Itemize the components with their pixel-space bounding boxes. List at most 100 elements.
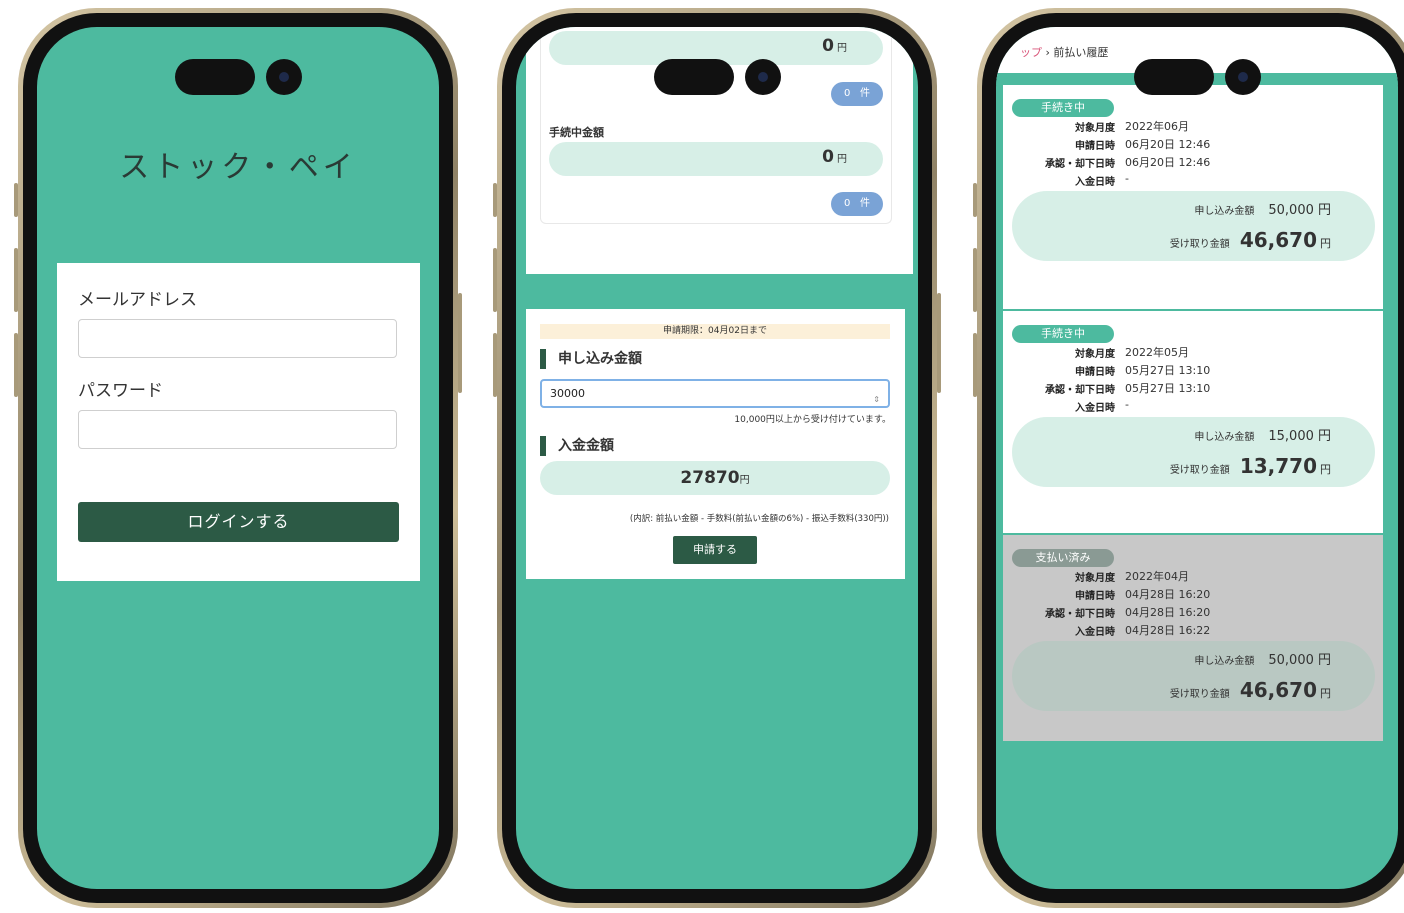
- side-button: [14, 248, 18, 312]
- camera-icon: [1225, 59, 1261, 95]
- deposited-at-value: -: [1125, 398, 1129, 411]
- target-month-label: 対象月度: [1075, 123, 1115, 134]
- breadcrumb-home[interactable]: ップ: [1020, 46, 1042, 59]
- decided-at-label: 承認・却下日時: [1045, 609, 1115, 620]
- amount-summary: 申し込み金額 15,000 円 受け取り金額 13,770 円: [1012, 417, 1375, 487]
- deposit-amount: 27870円: [540, 461, 890, 495]
- phone-login: ストック・ペイ メールアドレス パスワード ログインする: [14, 8, 462, 908]
- amount-input[interactable]: 30000 ⇕: [540, 379, 890, 408]
- breadcrumb-separator: ›: [1045, 46, 1050, 59]
- deposited-at-label: 入金日時: [1075, 403, 1115, 414]
- phone-bezel: ストック・ペイ メールアドレス パスワード ログインする: [23, 13, 453, 903]
- submit-button[interactable]: 申請する: [673, 536, 757, 564]
- applied-amount-value: 50,000 円: [1268, 203, 1331, 218]
- history-item: 手続き中 対象月度 2022年06月 申請日時 06月20日 12:46 承認・却下…: [1003, 85, 1383, 309]
- side-button: [937, 293, 941, 393]
- applied-at-label: 申請日時: [1075, 141, 1115, 152]
- side-button: [973, 183, 977, 217]
- decided-at-label: 承認・却下日時: [1045, 385, 1115, 396]
- history-item: 手続き中 対象月度 2022年05月 申請日時 05月27日 13:10 承認・却下…: [1003, 311, 1383, 533]
- applied-at-label: 申請日時: [1075, 591, 1115, 602]
- target-month-value: 2022年06月: [1125, 120, 1189, 133]
- amount-summary: 申し込み金額 50,000 円 受け取り金額 46,670 円: [1012, 191, 1375, 261]
- phone-history: ップ › 前払い履歴 手続き中 対象月度 2022年06月 申請日時 06月20日 …: [973, 8, 1404, 908]
- decided-at-value: 04月28日 16:20: [1125, 606, 1211, 619]
- amount-summary: 申し込み金額 50,000 円 受け取り金額 46,670 円: [1012, 641, 1375, 711]
- side-button: [973, 333, 977, 397]
- received-amount-label: 受け取り金額: [1169, 465, 1230, 476]
- side-button: [973, 248, 977, 312]
- login-screen: ストック・ペイ メールアドレス パスワード ログインする: [37, 27, 439, 889]
- apply-form: 申請期限：04月02日まで 申し込み金額 30000 ⇕ 10,000円以上から…: [526, 309, 905, 579]
- applied-at-label: 申請日時: [1075, 367, 1115, 378]
- deposit-heading: 入金金額: [540, 436, 614, 456]
- received-amount-value: 46,670: [1239, 228, 1317, 252]
- status-badge: 支払い済み: [1012, 549, 1114, 567]
- applied-amount-label: 申し込み金額: [1194, 656, 1255, 667]
- pending-amount: 0円: [822, 147, 847, 167]
- received-amount-value: 46,670: [1239, 678, 1317, 702]
- total-count-badge[interactable]: 0 件: [831, 82, 883, 106]
- received-amount-label: 受け取り金額: [1169, 689, 1230, 700]
- phone-bezel: ップ › 前払い履歴 手続き中 対象月度 2022年06月 申請日時 06月20日 …: [982, 13, 1404, 903]
- side-button: [14, 333, 18, 397]
- yen-unit: 円: [1320, 237, 1331, 250]
- target-month-value: 2022年05月: [1125, 346, 1189, 359]
- camera-icon: [745, 59, 781, 95]
- received-amount-label: 受け取り金額: [1169, 239, 1230, 250]
- phone-bezel: 0円 0 件 手続中金額 0円 0 件 申請期限：04月02日まで 申し込み金額…: [502, 13, 932, 903]
- applied-at-value: 04月28日 16:20: [1125, 588, 1211, 601]
- deposited-at-label: 入金日時: [1075, 177, 1115, 188]
- login-button[interactable]: ログインする: [78, 502, 399, 542]
- stepper-icon[interactable]: ⇕: [873, 387, 880, 412]
- decided-at-value: 06月20日 12:46: [1125, 156, 1211, 169]
- received-amount-value: 13,770: [1239, 454, 1317, 478]
- login-form: メールアドレス パスワード ログインする: [57, 263, 420, 581]
- decided-at-label: 承認・却下日時: [1045, 159, 1115, 170]
- fee-breakdown: (内訳: 前払い金額 - 手数料(前払い金額の6%) - 振込手数料(330円)…: [629, 514, 889, 524]
- app-title: ストック・ペイ: [119, 150, 357, 185]
- amount-hint: 10,000円以上から受け付けています。: [734, 415, 891, 425]
- password-field[interactable]: [78, 410, 397, 449]
- applied-at-value: 05月27日 13:10: [1125, 364, 1211, 377]
- target-month-label: 対象月度: [1075, 573, 1115, 584]
- pending-amount-bar: 0円: [549, 142, 883, 176]
- amount-input-value: 30000: [550, 387, 585, 400]
- side-button: [493, 333, 497, 397]
- side-button: [458, 293, 462, 393]
- phone-apply: 0円 0 件 手続中金額 0円 0 件 申請期限：04月02日まで 申し込み金額…: [493, 8, 941, 908]
- history-details: 対象月度 2022年06月 申請日時 06月20日 12:46 承認・却下日時 06月…: [1003, 118, 1383, 190]
- yen-unit: 円: [1320, 687, 1331, 700]
- side-button: [493, 183, 497, 217]
- status-badge: 手続き中: [1012, 325, 1114, 343]
- pending-label: 手続中金額: [549, 126, 604, 139]
- target-month-value: 2022年04月: [1125, 570, 1189, 583]
- applied-amount-label: 申し込み金額: [1194, 206, 1255, 217]
- side-button: [14, 183, 18, 217]
- side-button: [493, 248, 497, 312]
- deposited-at-value: -: [1125, 172, 1129, 185]
- dynamic-island: [175, 59, 255, 95]
- applied-amount-label: 申し込み金額: [1194, 432, 1255, 443]
- yen-unit: 円: [1320, 463, 1331, 476]
- target-month-label: 対象月度: [1075, 349, 1115, 360]
- pending-count-badge[interactable]: 0 件: [831, 192, 883, 216]
- history-details: 対象月度 2022年04月 申請日時 04月28日 16:20 承認・却下日時 04月…: [1003, 568, 1383, 640]
- total-amount: 0円: [822, 36, 847, 56]
- deadline-notice: 申請期限：04月02日まで: [540, 324, 890, 339]
- status-badge: 手続き中: [1012, 99, 1114, 117]
- dynamic-island: [1134, 59, 1214, 95]
- dynamic-island: [654, 59, 734, 95]
- summary-card: 0円 0 件 手続中金額 0円 0 件: [540, 27, 892, 224]
- apply-screen: 0円 0 件 手続中金額 0円 0 件 申請期限：04月02日まで 申し込み金額…: [516, 27, 918, 889]
- history-details: 対象月度 2022年05月 申請日時 05月27日 13:10 承認・却下日時 05月…: [1003, 344, 1383, 416]
- deposited-at-value: 04月28日 16:22: [1125, 624, 1211, 637]
- email-field[interactable]: [78, 319, 397, 358]
- password-label: パスワード: [78, 381, 163, 401]
- camera-icon: [266, 59, 302, 95]
- amount-heading: 申し込み金額: [540, 349, 642, 369]
- decided-at-value: 05月27日 13:10: [1125, 382, 1211, 395]
- breadcrumb: ップ › 前払い履歴: [1020, 44, 1108, 60]
- history-screen: ップ › 前払い履歴 手続き中 対象月度 2022年06月 申請日時 06月20日 …: [996, 27, 1398, 889]
- applied-at-value: 06月20日 12:46: [1125, 138, 1211, 151]
